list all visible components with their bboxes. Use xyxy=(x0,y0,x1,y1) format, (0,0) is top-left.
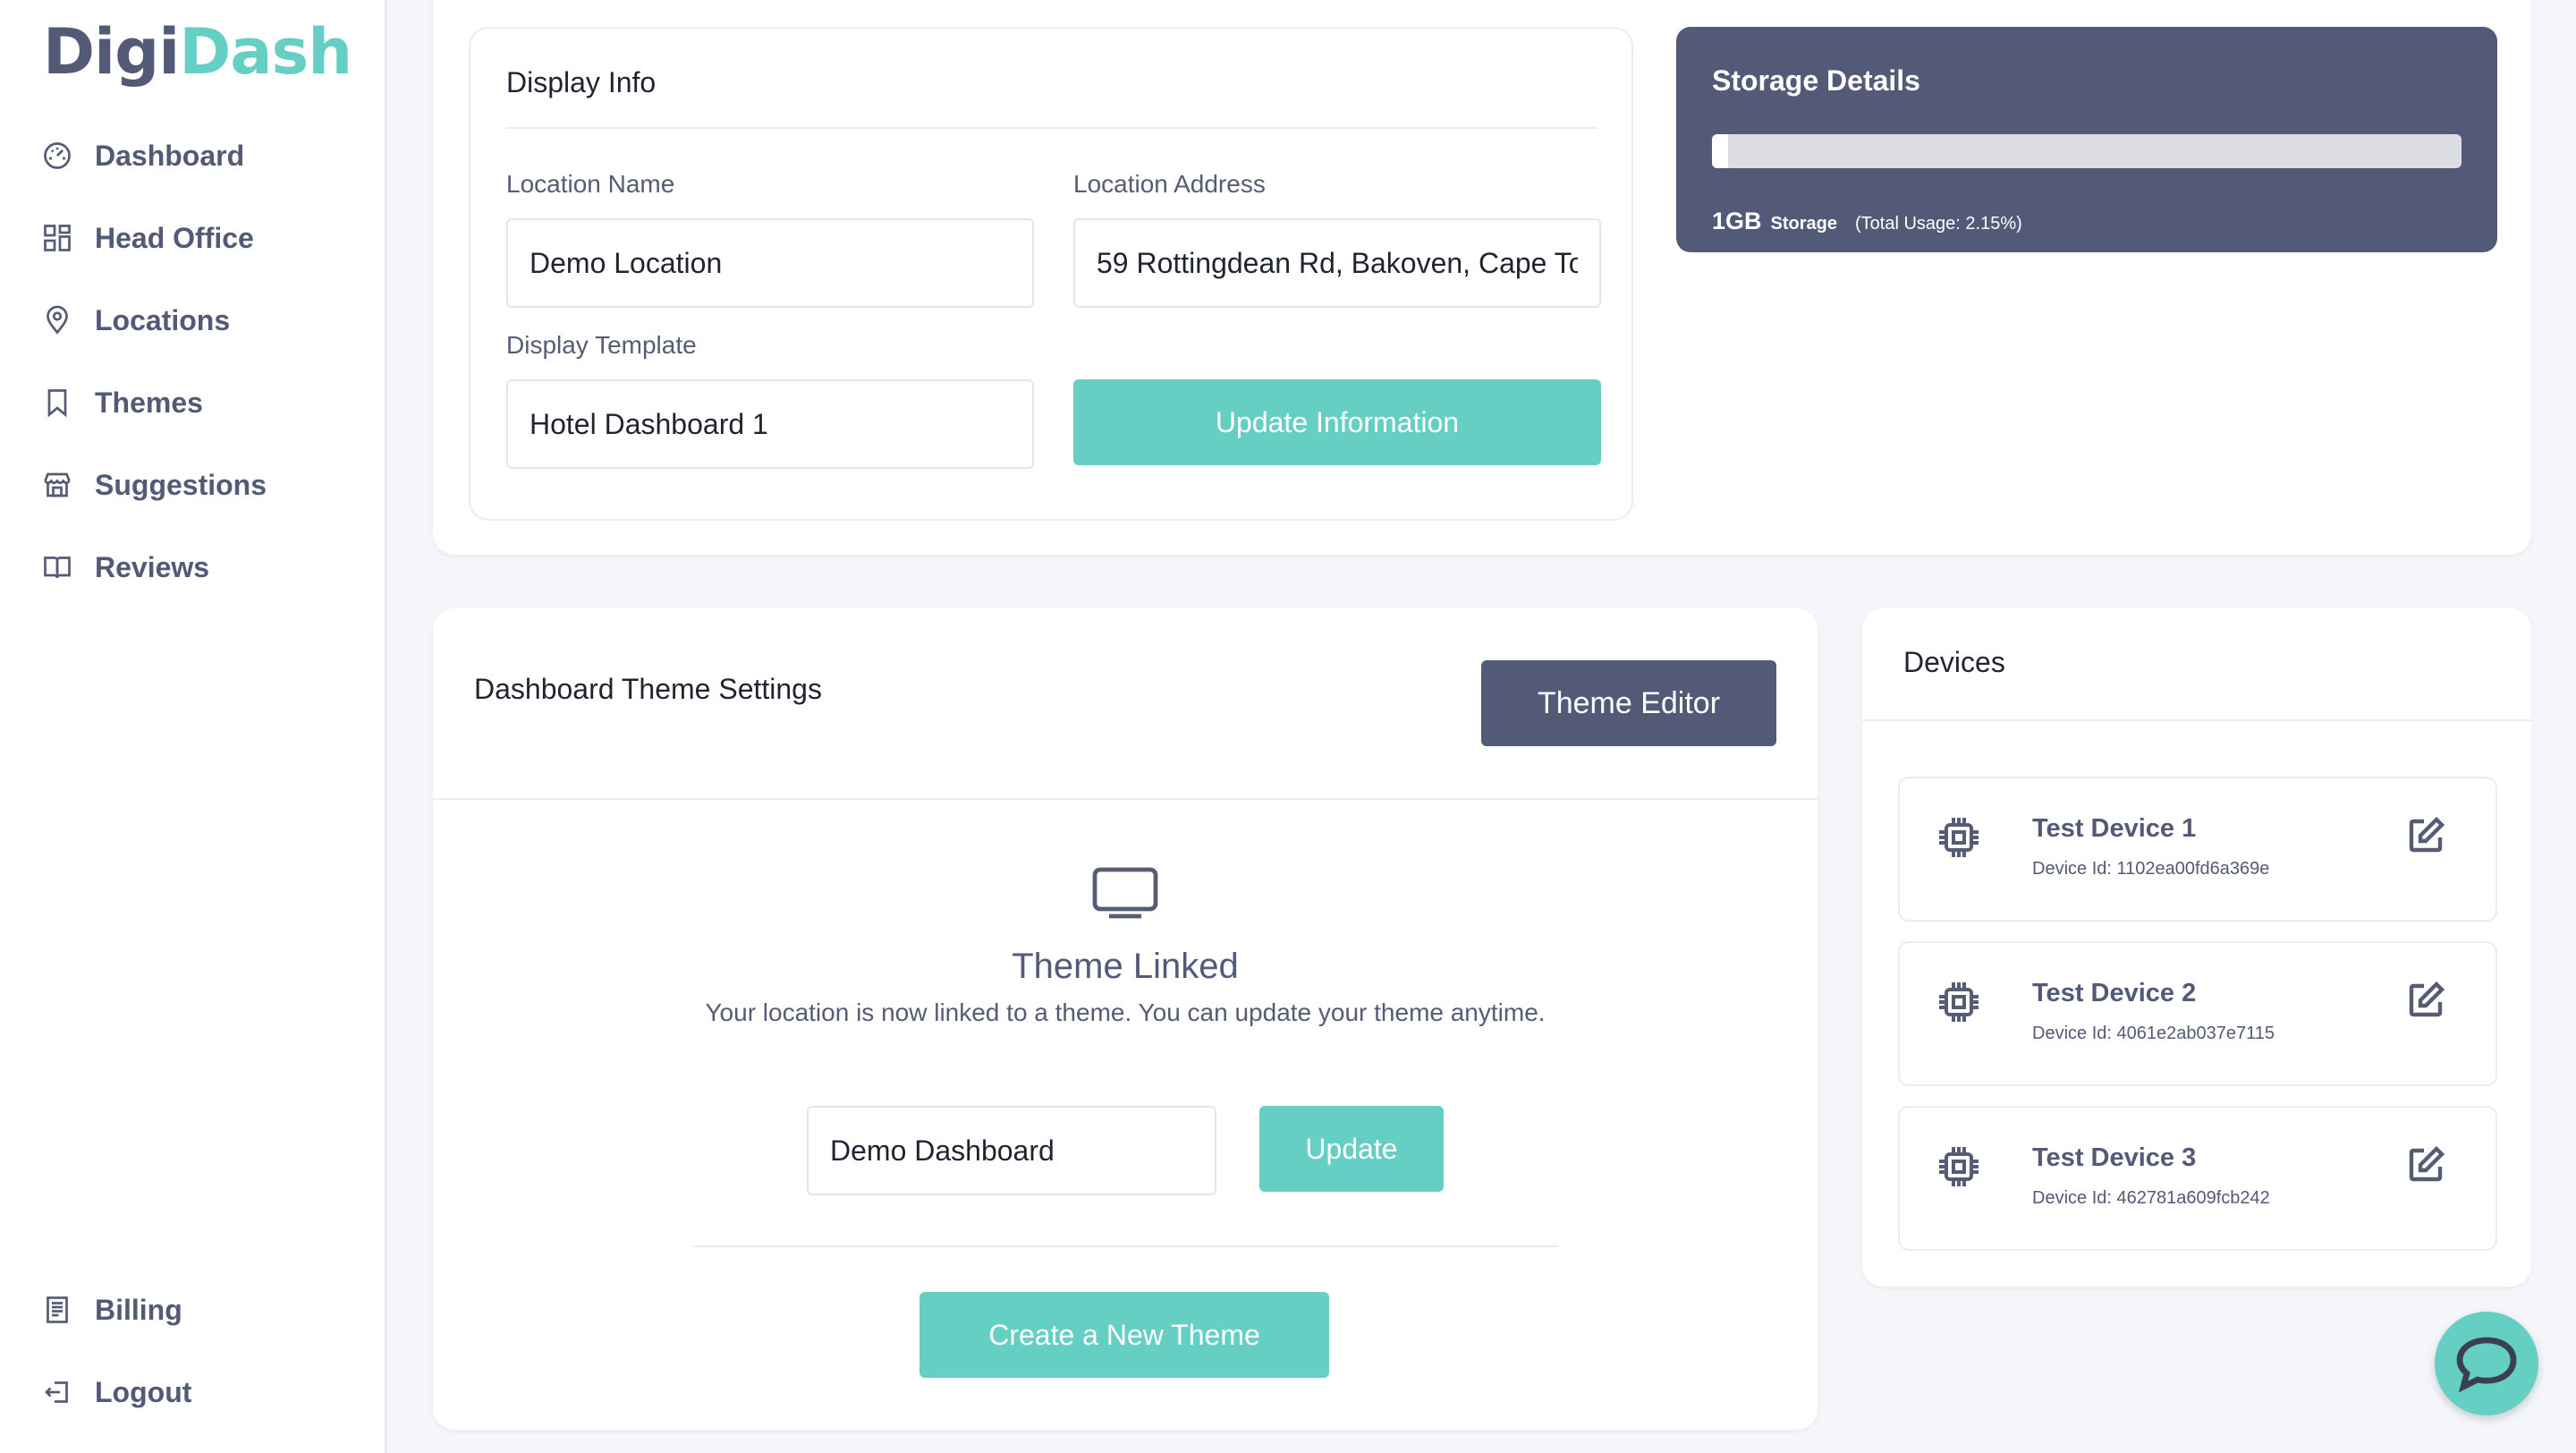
device-name: Test Device 2 xyxy=(2032,979,2197,1007)
divider xyxy=(1862,719,2531,721)
sidebar-item-locations[interactable]: Locations xyxy=(39,293,230,347)
edit-icon[interactable] xyxy=(2404,1143,2447,1186)
devices-title: Devices xyxy=(1903,646,2005,678)
cpu-chip-icon xyxy=(1934,1142,1984,1192)
update-information-button[interactable]: Update Information xyxy=(1073,379,1601,465)
location-address-input[interactable] xyxy=(1073,218,1601,308)
location-name-input[interactable] xyxy=(506,218,1034,308)
theme-settings-card: Dashboard Theme Settings Theme Editor Th… xyxy=(433,608,1818,1430)
cpu-chip-icon xyxy=(1934,812,1984,862)
sidebar-item-billing[interactable]: Billing xyxy=(39,1283,182,1337)
device-item: Test Device 3 Device Id: 462781a609fcb24… xyxy=(1898,1106,2497,1251)
theme-linked-title: Theme Linked xyxy=(1012,947,1239,986)
map-pin-icon xyxy=(39,302,75,338)
bookmark-icon xyxy=(39,385,75,421)
storage-title: Storage Details xyxy=(1712,64,1920,97)
display-template-label: Display Template xyxy=(506,331,697,359)
monitor-icon xyxy=(1091,866,1159,920)
brand-logo-part1: Digi xyxy=(43,15,180,89)
edit-icon[interactable] xyxy=(2404,814,2447,857)
sidebar-item-label: Logout xyxy=(95,1375,192,1408)
storage-usage-fill xyxy=(1712,134,1729,168)
sidebar-item-themes[interactable]: Themes xyxy=(39,376,203,429)
logout-icon xyxy=(39,1374,75,1410)
brand-logo[interactable]: DigiDash xyxy=(43,16,352,88)
sidebar-item-head-office[interactable]: Head Office xyxy=(39,211,254,265)
sidebar-item-suggestions[interactable]: Suggestions xyxy=(39,458,267,512)
chat-bubble-icon xyxy=(2456,1337,2517,1392)
sidebar-item-dashboard[interactable]: Dashboard xyxy=(39,129,244,183)
location-address-label: Location Address xyxy=(1073,170,1266,198)
theme-editor-button[interactable]: Theme Editor xyxy=(1481,660,1776,746)
display-info-panel: Display Info Location Name Location Addr… xyxy=(469,27,1633,521)
sidebar-item-label: Reviews xyxy=(95,550,210,583)
storage-usage-text: (Total Usage: 2.15%) xyxy=(1855,214,2022,234)
edit-icon[interactable] xyxy=(2404,979,2447,1022)
theme-linked-text: Your location is now linked to a theme. … xyxy=(705,998,1546,1026)
grid-icon xyxy=(39,220,75,256)
sidebar: DigiDash Dashboard Head Office Locations… xyxy=(0,0,386,1453)
chat-button[interactable] xyxy=(2435,1312,2538,1415)
device-name: Test Device 1 xyxy=(2032,814,2197,843)
storage-meta: 1GB Storage (Total Usage: 2.15%) xyxy=(1712,208,2022,235)
sidebar-item-reviews[interactable]: Reviews xyxy=(39,540,209,594)
devices-card: Devices Test Device 1 Device Id: 1102ea0… xyxy=(1862,608,2531,1287)
gauge-icon xyxy=(39,138,75,174)
divider xyxy=(506,127,1597,129)
sidebar-item-label: Suggestions xyxy=(95,468,267,501)
sidebar-item-label: Locations xyxy=(95,303,231,336)
book-icon xyxy=(39,549,75,585)
device-item: Test Device 1 Device Id: 1102ea00fd6a369… xyxy=(1898,777,2497,922)
storage-amount: 1GB xyxy=(1712,208,1762,234)
storage-usage-bar xyxy=(1712,134,2462,168)
brand-logo-part2: Dash xyxy=(179,15,352,89)
divider xyxy=(433,798,1818,800)
sidebar-item-label: Billing xyxy=(95,1293,182,1326)
device-id: Device Id: 1102ea00fd6a369e xyxy=(2032,859,2270,879)
cpu-chip-icon xyxy=(1934,977,1984,1027)
device-name: Test Device 3 xyxy=(2032,1143,2197,1172)
storage-details-panel: Storage Details 1GB Storage (Total Usage… xyxy=(1676,27,2497,252)
theme-settings-title: Dashboard Theme Settings xyxy=(474,673,822,705)
sidebar-item-label: Themes xyxy=(95,386,203,419)
sidebar-item-label: Head Office xyxy=(95,221,254,254)
sidebar-item-label: Dashboard xyxy=(95,139,245,172)
display-template-input[interactable] xyxy=(506,379,1034,469)
display-info-title: Display Info xyxy=(506,66,657,98)
device-item: Test Device 2 Device Id: 4061e2ab037e711… xyxy=(1898,941,2497,1086)
divider xyxy=(692,1245,1558,1247)
location-name-label: Location Name xyxy=(506,170,675,198)
storefront-icon xyxy=(39,467,75,503)
theme-select-input[interactable] xyxy=(807,1106,1216,1195)
create-new-theme-button[interactable]: Create a New Theme xyxy=(919,1292,1329,1378)
receipt-icon xyxy=(39,1292,75,1328)
theme-update-button[interactable]: Update xyxy=(1259,1106,1444,1192)
device-id: Device Id: 4061e2ab037e7115 xyxy=(2032,1024,2275,1043)
device-id: Device Id: 462781a609fcb242 xyxy=(2032,1188,2270,1208)
storage-unit: Storage xyxy=(1770,214,1837,234)
sidebar-item-logout[interactable]: Logout xyxy=(39,1365,191,1419)
